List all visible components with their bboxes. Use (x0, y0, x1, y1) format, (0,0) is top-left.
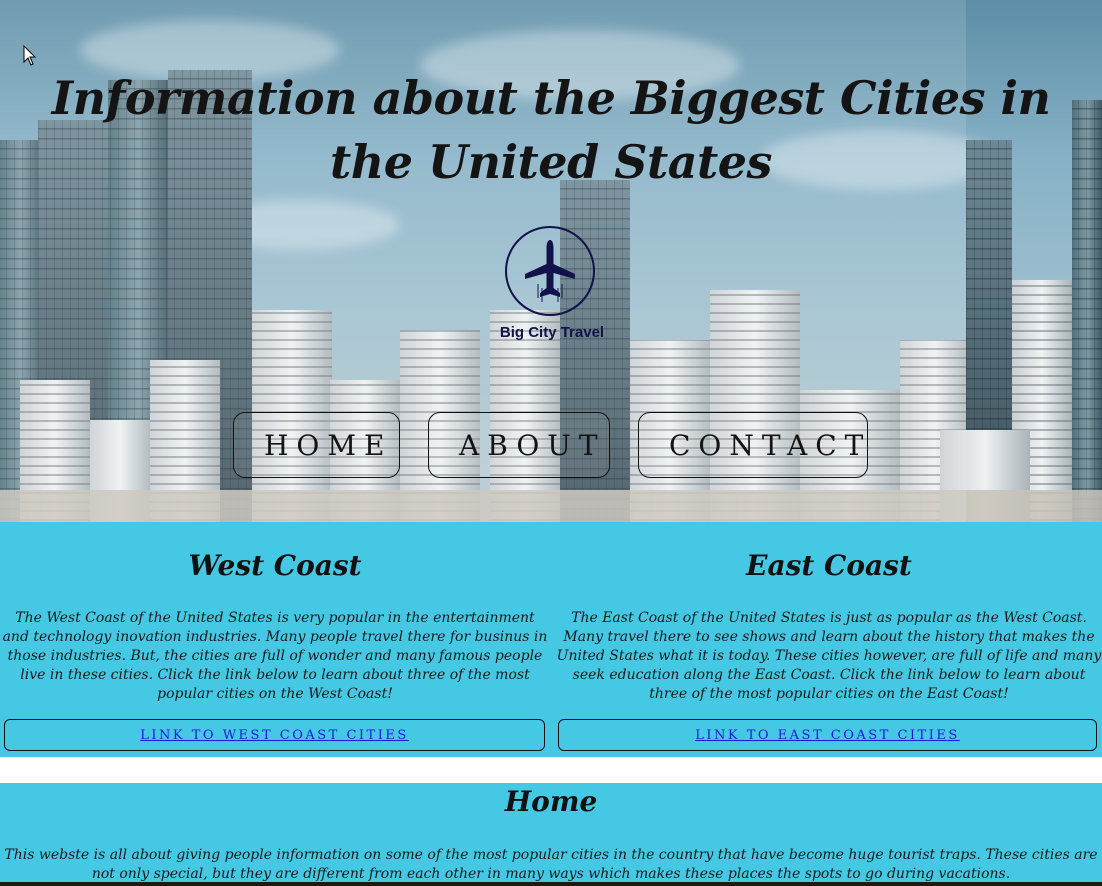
west-coast-text: The West Coast of the United States is v… (2, 610, 548, 702)
page-title: Information about the Biggest Cities in … (51, 71, 1051, 189)
home-text: This webste is all about giving people i… (4, 847, 1098, 882)
airplane-icon (525, 240, 575, 302)
west-coast-link[interactable]: LINK TO WEST COAST CITIES (140, 728, 409, 743)
east-coast-link-box[interactable]: LINK TO EAST COAST CITIES (558, 719, 1097, 751)
nav-home-button[interactable]: HOME (233, 412, 400, 478)
bottom-edge (0, 882, 1102, 886)
home-heading: Home (504, 785, 598, 818)
mouse-cursor-icon (23, 45, 37, 66)
east-coast-link[interactable]: LINK TO EAST COAST CITIES (695, 728, 960, 743)
east-coast-text: The East Coast of the United States is j… (556, 610, 1102, 702)
hero-banner: Information about the Biggest Cities in … (0, 0, 1102, 522)
west-coast-heading: West Coast (188, 549, 362, 582)
section-divider (0, 757, 1102, 783)
nav-about-button[interactable]: ABOUT (428, 412, 610, 478)
coast-section: West Coast The West Coast of the United … (0, 522, 1102, 757)
logo-text: Big City Travel (499, 324, 605, 341)
home-section: Home This webste is all about giving peo… (0, 783, 1102, 886)
site-logo[interactable]: Big City Travel (496, 226, 608, 350)
west-coast-link-box[interactable]: LINK TO WEST COAST CITIES (4, 719, 545, 751)
east-coast-heading: East Coast (746, 549, 912, 582)
nav-contact-button[interactable]: CONTACT (638, 412, 868, 478)
